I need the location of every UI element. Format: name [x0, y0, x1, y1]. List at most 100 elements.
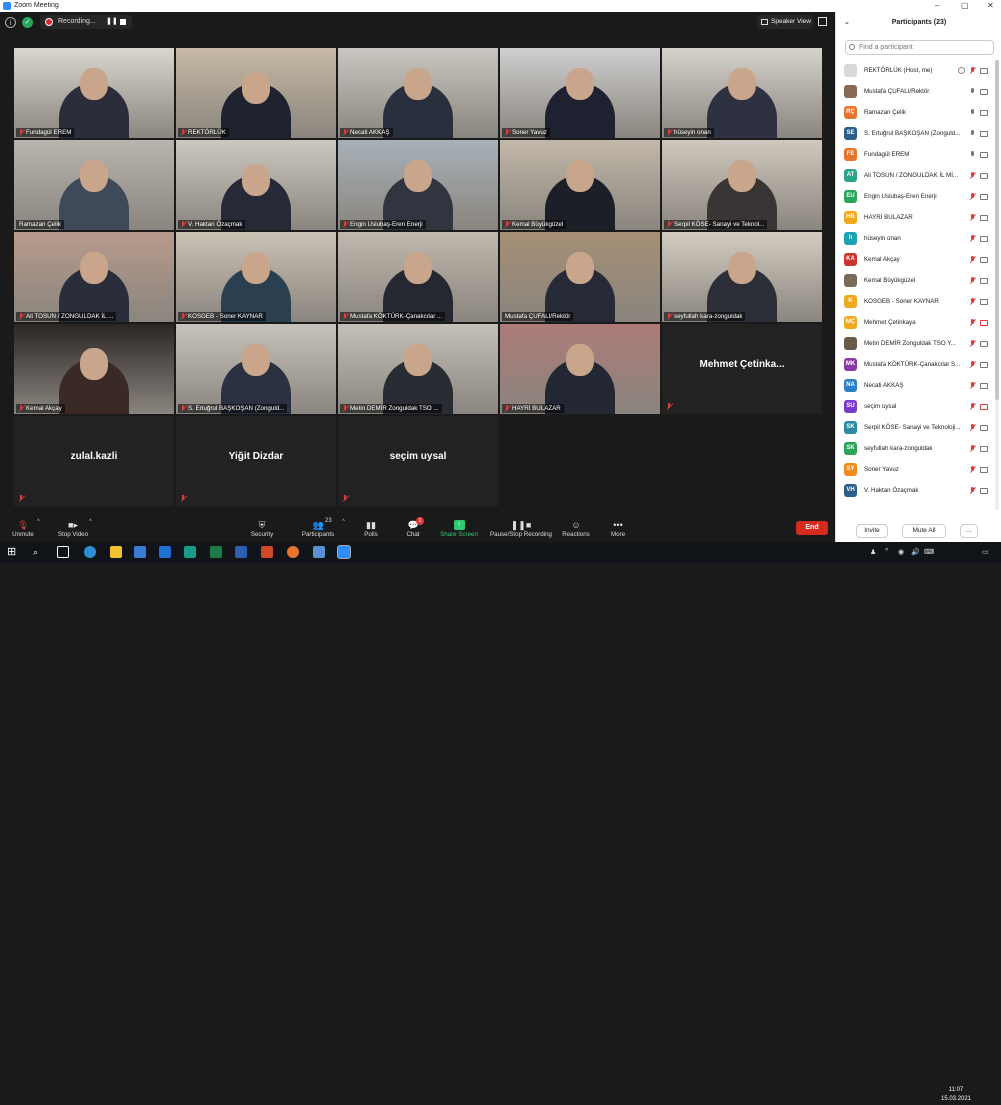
tray-chevron-icon[interactable]: ^ [885, 548, 888, 555]
video-tile[interactable]: Kemal Büyükgüzel [500, 140, 660, 230]
participant-row[interactable]: HB HAYRİ BULAZAR [836, 207, 994, 228]
pause-stop-recording-button[interactable]: ❚❚■ Pause/Stop Recording [489, 517, 553, 542]
video-tile[interactable]: Necati AKKAŞ [338, 48, 498, 138]
video-tile[interactable]: REKTÖRLÜK [176, 48, 336, 138]
participant-row[interactable]: MÇ Mehmet Çetinkaya [836, 312, 994, 333]
people-icon[interactable]: ♟ [870, 548, 876, 556]
keyboard-icon[interactable]: ⌨ [924, 548, 934, 556]
participants-scrollbar[interactable] [995, 60, 999, 510]
volume-icon[interactable]: 🔊 [911, 548, 920, 556]
video-tile[interactable]: hüseyin onan [662, 48, 822, 138]
taskbar-search-icon[interactable]: ⌕ [33, 546, 45, 558]
participant-row[interactable]: SE S. Ertuğrul BAŞKOŞAN (Zonguld... [836, 123, 994, 144]
security-button[interactable]: ⛨ Security [245, 517, 279, 542]
video-tile[interactable]: seyfullah kara-zonguldak [662, 232, 822, 322]
file-explorer-icon[interactable] [110, 546, 122, 558]
notifications-icon[interactable]: ▭ [982, 548, 989, 556]
minimize-icon[interactable]: – [935, 0, 939, 12]
video-tile[interactable]: KOSGEB - Soner KAYNAR [176, 232, 336, 322]
video-options-caret-icon[interactable]: ^ [89, 519, 92, 525]
more-button[interactable]: ••• More [605, 517, 631, 542]
share-screen-button[interactable]: ↑ Share Screen [439, 517, 479, 542]
edge-browser-icon[interactable] [84, 546, 96, 558]
participant-row[interactable]: K KOSGEB - Soner KAYNAR [836, 291, 994, 312]
avatar: h [844, 232, 857, 245]
firefox-icon[interactable] [287, 546, 299, 558]
panel-more-button[interactable]: ... [960, 524, 978, 538]
app-icon[interactable] [184, 546, 196, 558]
fullscreen-icon[interactable] [818, 17, 827, 26]
participant-row[interactable]: Mustafa ÇUFALI/Rektör [836, 81, 994, 102]
video-tile[interactable]: Mustafa KÖKTÜRK-Çanakcılar ... [338, 232, 498, 322]
unmute-button[interactable]: 🎙 Unmute [8, 517, 38, 542]
avatar: AT [844, 169, 857, 182]
video-tile[interactable]: Fundagül EREM [14, 48, 174, 138]
taskbar-clock[interactable]: 11:07 15.03.2021 [936, 1085, 976, 1105]
windows-start-icon[interactable]: ⊞ [7, 546, 19, 558]
word-icon[interactable] [235, 546, 247, 558]
participant-row[interactable]: VH V. Haktan Özaçmak [836, 480, 994, 501]
video-tile[interactable]: Mustafa ÇUFALI/Rektör [500, 232, 660, 322]
video-tile[interactable]: HAYRİ BULAZAR [500, 324, 660, 414]
participant-search-input[interactable]: Find a participant [845, 40, 994, 55]
participant-row[interactable]: SK Serpil KÖSE- Sanayi ve Teknoloji... [836, 417, 994, 438]
participants-caret-icon[interactable]: ^ [342, 519, 345, 525]
video-tile[interactable]: Ramazan Çelik [14, 140, 174, 230]
participant-row[interactable]: Metin DEMİR Zonguldak TSO Y... [836, 333, 994, 354]
participant-row[interactable]: KA Kemal Akçay [836, 249, 994, 270]
video-tile[interactable]: Soner Yavuz [500, 48, 660, 138]
speaker-view-button[interactable]: Speaker View [757, 15, 813, 29]
participants-button[interactable]: 👥 Participants [296, 517, 340, 542]
close-icon[interactable]: ✕ [987, 0, 994, 12]
video-tile[interactable]: seçim uysal [338, 416, 498, 506]
participant-row[interactable]: MK Mustafa KÖKTÜRK-Çanakcılar S... [836, 354, 994, 375]
video-tile[interactable]: S. Ertuğrul BAŞKOŞAN (Zonguld... [176, 324, 336, 414]
network-icon[interactable]: ◉ [898, 548, 904, 556]
participant-row[interactable]: SY Soner Yavuz [836, 459, 994, 480]
pause-recording-icon[interactable]: ❚❚ [106, 15, 118, 29]
store-icon[interactable] [134, 546, 146, 558]
participant-row[interactable]: Kemal Büyükgüzel [836, 270, 994, 291]
stop-recording-icon[interactable] [120, 19, 126, 25]
scrollbar-thumb[interactable] [995, 60, 999, 400]
participant-row[interactable]: REKTÖRLÜK (Host, me) [836, 60, 994, 81]
participant-name: REKTÖRLÜK (Host, me) [864, 67, 933, 74]
participant-name-label: Necati AKKAŞ [340, 128, 393, 137]
mail-icon[interactable] [159, 546, 171, 558]
polls-button[interactable]: ▮▮ Polls [358, 517, 384, 542]
task-view-icon[interactable] [57, 546, 69, 558]
participant-row[interactable]: EU Engin Uslubaş-Eren Enerji [836, 186, 994, 207]
maximize-icon[interactable]: ▢ [961, 0, 969, 12]
app-icon-2[interactable] [313, 546, 325, 558]
invite-button[interactable]: Invite [856, 524, 888, 538]
end-meeting-button[interactable]: End [796, 521, 828, 535]
stop-video-button[interactable]: ■▸ Stop Video [55, 517, 91, 542]
participant-row[interactable]: AT Ali TOSUN / ZONGULDAK İL Mİ... [836, 165, 994, 186]
security-shield-icon[interactable]: ✓ [22, 17, 33, 28]
video-tile[interactable]: Metin DEMİR Zonguldak TSO ... [338, 324, 498, 414]
video-tile[interactable]: V. Haktan Özaçmak [176, 140, 336, 230]
avatar: FE [844, 148, 857, 161]
participant-row[interactable]: NA Necati AKKAŞ [836, 375, 994, 396]
powerpoint-icon[interactable] [261, 546, 273, 558]
video-tile[interactable]: Serpil KÖSE- Sanayi ve Teknol... [662, 140, 822, 230]
video-tile[interactable]: Engin Uslubaş-Eren Enerji [338, 140, 498, 230]
participant-row[interactable]: h hüseyin onan [836, 228, 994, 249]
participant-row[interactable]: SK seyfullah kara-zonguldak [836, 438, 994, 459]
audio-options-caret-icon[interactable]: ^ [37, 519, 40, 525]
participant-row[interactable]: SU seçim uysal [836, 396, 994, 417]
video-tile[interactable]: Mehmet Çetinka... [662, 324, 822, 414]
video-tile[interactable]: Kemal Akçay [14, 324, 174, 414]
participant-row[interactable]: RÇ Ramazan Çelik [836, 102, 994, 123]
avatar: MÇ [844, 316, 857, 329]
video-tile[interactable]: Yiğit Dizdar [176, 416, 336, 506]
reactions-button[interactable]: ☺ Reactions [560, 517, 592, 542]
video-tile[interactable]: Ali TOSUN / ZONGULDAK İL ... [14, 232, 174, 322]
meeting-info-icon[interactable]: i [5, 17, 16, 28]
zoom-taskbar-icon[interactable] [337, 545, 351, 559]
mute-all-button[interactable]: Mute All [902, 524, 946, 538]
excel-icon[interactable] [210, 546, 222, 558]
participant-row[interactable]: FE Fundagül EREM [836, 144, 994, 165]
video-tile[interactable]: zulal.kazli [14, 416, 174, 506]
collapse-chevron-icon[interactable]: ⌄ [844, 12, 850, 34]
